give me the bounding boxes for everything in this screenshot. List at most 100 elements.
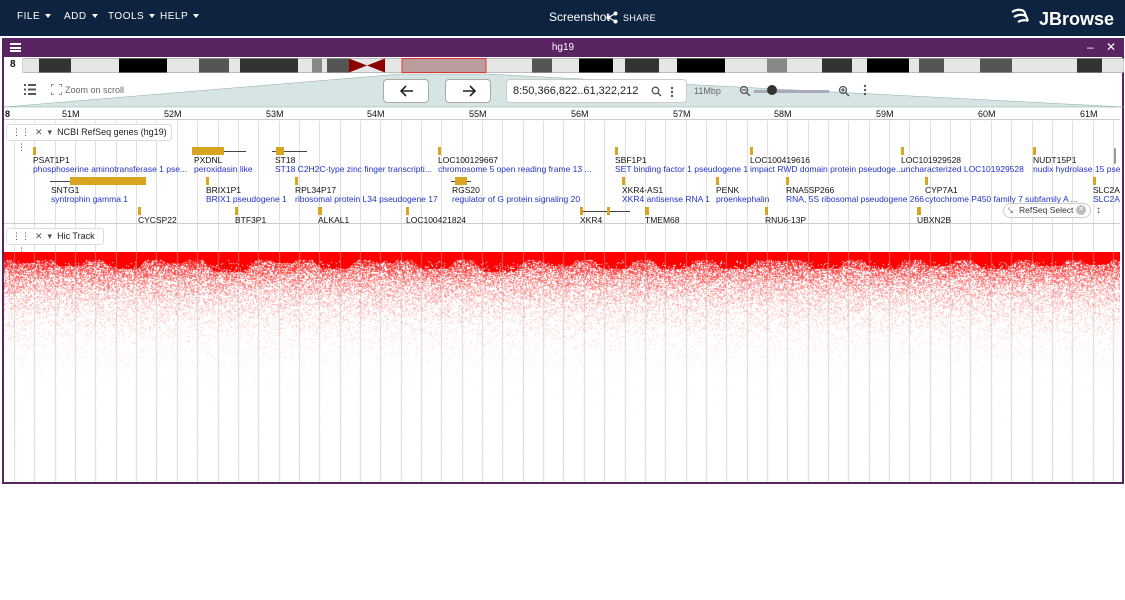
chevron-down-icon[interactable]: ▾: [48, 125, 53, 140]
minimize-icon[interactable]: –: [1087, 40, 1094, 54]
view-header: hg19 – ✕: [2, 38, 1124, 57]
ruler-label: 53M: [266, 109, 284, 119]
chevron-down-icon: [45, 14, 52, 18]
gene-feature[interactable]: [786, 177, 789, 185]
gene-description[interactable]: proenkephalin: [716, 194, 769, 204]
gene-feature[interactable]: [716, 177, 719, 185]
gene-feature[interactable]: [33, 147, 36, 155]
jbrowse-logo-icon: [1011, 8, 1030, 23]
zoom-slider-thumb[interactable]: [767, 85, 777, 95]
gene-description[interactable]: XKR4 antisense RNA 1: [622, 194, 710, 204]
gene-description[interactable]: syntrophin gamma 1: [51, 194, 128, 204]
track-divider[interactable]: [4, 223, 1120, 224]
track-menu-icon[interactable]: ⋮: [17, 244, 26, 259]
gene-feature[interactable]: [438, 147, 441, 155]
gene-feature[interactable]: [645, 207, 649, 215]
hic-track-header[interactable]: ⋮⋮ ✕ ▾ Hic Track ⋮: [6, 228, 104, 256]
drag-handle-icon[interactable]: ⋮⋮: [12, 229, 30, 244]
gene-description[interactable]: uncharacterized LOC101929528: [901, 164, 1024, 174]
hic-heatmap[interactable]: [4, 252, 1120, 481]
session-title: Screenshot: [549, 10, 610, 24]
gene-description[interactable]: phosphoserine aminotransferase 1 pse...: [33, 164, 187, 174]
ruler-label: 58M: [774, 109, 792, 119]
chromosome-ideogram[interactable]: [22, 58, 1124, 73]
ruler-label: 59M: [876, 109, 894, 119]
pan-left-button[interactable]: [383, 79, 429, 103]
ruler-label: 51M: [62, 109, 80, 119]
gene-feature[interactable]: [580, 207, 583, 215]
gene-structure[interactable]: [580, 211, 630, 212]
gene-feature[interactable]: [917, 207, 921, 215]
scale-ruler[interactable]: 8 51M 52M 53M 54M 55M 56M 57M 58M 59M 60…: [4, 107, 1120, 120]
share-button[interactable]: SHARE: [606, 8, 656, 28]
gene-feature[interactable]: [455, 177, 467, 185]
gene-description[interactable]: SLC2A: [1093, 194, 1120, 204]
hic-canvas[interactable]: [4, 252, 1120, 481]
gene-feature[interactable]: [765, 207, 768, 215]
gene-feature[interactable]: [206, 177, 209, 185]
view-options-icon[interactable]: [863, 84, 867, 96]
refseq-select-label: RefSeq Select: [1019, 205, 1074, 215]
refseq-track-header[interactable]: ⋮⋮ ✕ ▾ NCBI RefSeq genes (hg19) ⋮: [6, 124, 172, 152]
search-icon[interactable]: [651, 86, 662, 97]
menu-add-label: ADD: [64, 11, 87, 22]
location-search-input[interactable]: 8:50,366,822..61,322,212: [506, 79, 687, 103]
menu-add[interactable]: ADD: [64, 11, 98, 22]
close-view-icon[interactable]: ✕: [1106, 40, 1116, 54]
gene-description[interactable]: ST18 C2H2C-type zinc finger transcripti.…: [275, 164, 432, 174]
share-label: SHARE: [623, 13, 657, 23]
gene-feature[interactable]: [276, 147, 284, 155]
gene-feature[interactable]: [1093, 177, 1096, 185]
zoom-out-icon[interactable]: [739, 85, 751, 97]
refseq-track-title: NCBI RefSeq genes (hg19): [57, 127, 167, 137]
expand-icon[interactable]: ↕: [1096, 205, 1101, 216]
gene-feature[interactable]: [615, 147, 618, 155]
menu-tools[interactable]: TOOLS: [108, 11, 156, 22]
gene-feature[interactable]: [318, 207, 322, 215]
gene-description[interactable]: impact RWD domain protein pseudoge...: [750, 164, 903, 174]
gene-feature[interactable]: [925, 177, 928, 185]
gene-feature[interactable]: [406, 207, 409, 215]
ruler-label: 56M: [571, 109, 589, 119]
gene-feature[interactable]: [622, 177, 625, 185]
zoom-in-icon[interactable]: [838, 85, 850, 97]
pan-right-button[interactable]: [445, 79, 491, 103]
gene-description[interactable]: regulator of G protein signaling 20: [452, 194, 580, 204]
share-icon: [606, 11, 618, 24]
chevron-down-icon[interactable]: ▾: [48, 229, 53, 244]
clear-filter-icon[interactable]: ✕: [1076, 205, 1086, 215]
gene-feature[interactable]: [750, 147, 753, 155]
zoom-on-scroll-label[interactable]: Zoom on scroll: [65, 85, 124, 95]
gene-feature[interactable]: [295, 177, 298, 185]
gene-feature[interactable]: [901, 147, 904, 155]
menu-file-label: FILE: [17, 11, 41, 22]
menu-help[interactable]: HELP: [160, 11, 200, 22]
refseq-select-chip[interactable]: ⤥ RefSeq Select ✕: [1003, 203, 1091, 218]
drag-handle-icon[interactable]: ⋮⋮: [12, 125, 30, 140]
chevron-down-icon: [193, 14, 200, 18]
gene-description[interactable]: ribosomal protein L34 pseudogene 17: [295, 194, 438, 204]
gene-feature[interactable]: [1033, 147, 1036, 155]
gene-description[interactable]: RNA, 5S ribosomal pseudogene 266: [786, 194, 924, 204]
gene-description[interactable]: nudix hydrolase 15 pse: [1033, 164, 1120, 174]
arrow-right-icon: [463, 85, 476, 97]
gene-feature[interactable]: [138, 207, 141, 215]
track-menu-icon[interactable]: ⋮: [17, 140, 26, 155]
ruler-label: 54M: [367, 109, 385, 119]
more-vert-icon[interactable]: [670, 86, 674, 98]
close-track-icon[interactable]: ✕: [35, 125, 43, 140]
zoom-on-scroll-icon[interactable]: [51, 84, 62, 95]
zoom-slider[interactable]: [754, 90, 829, 93]
gene-description[interactable]: chromosome 5 open reading frame 13 ...: [438, 164, 592, 174]
gene-feature[interactable]: [235, 207, 238, 215]
gene-feature[interactable]: [192, 147, 224, 155]
close-track-icon[interactable]: ✕: [35, 229, 43, 244]
menu-help-label: HELP: [160, 11, 189, 22]
track-selector-icon[interactable]: [24, 84, 36, 95]
gene-description[interactable]: peroxidasin like: [194, 164, 253, 174]
gene-feature[interactable]: [70, 177, 146, 185]
gene-description[interactable]: BRIX1 pseudogene 1: [206, 194, 287, 204]
menu-file[interactable]: FILE: [17, 11, 52, 22]
gene-feature[interactable]: [607, 207, 610, 215]
gene-description[interactable]: SET binding factor 1 pseudogene 1: [615, 164, 748, 174]
